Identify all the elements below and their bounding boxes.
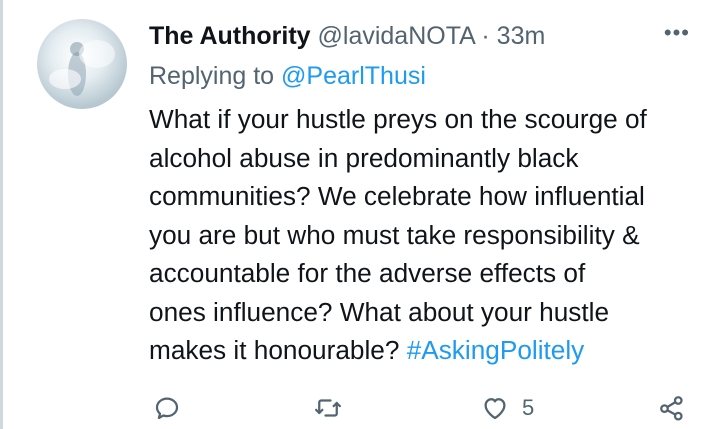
replying-prefix: Replying to [149,62,275,90]
retweet-icon [315,399,341,417]
tweet-header: The Authority @lavidaNOTA · 33m [149,21,545,51]
replying-to: Replying to @PearlThusi [149,61,426,91]
avatar-image [49,40,115,96]
share-icon [660,396,683,421]
share-button[interactable] [657,388,687,428]
timestamp[interactable]: 33m [497,22,546,50]
like-count: 5 [522,395,535,420]
tweet-text-line: you are but who must take responsibility… [149,219,640,250]
avatar[interactable] [37,19,127,109]
tweet-text-line: alcohol abuse in predominantly black [149,142,579,173]
tweet-text-line-last: makes it honourable? #AskingPolitely [149,331,709,370]
tweet-text-line: makes it honourable? [149,335,400,365]
tweet-text: What if your hustle preys on the scourge… [149,100,709,370]
display-name[interactable]: The Authority [149,22,311,50]
reply-icon [155,397,179,420]
thread-divider [0,0,3,429]
tweet-text-line: ones influence? What about your hustle [149,296,610,327]
reply-button[interactable] [152,388,182,428]
tweet-actions: 5 [0,388,720,428]
user-handle[interactable]: @lavidaNOTA [318,22,475,50]
tweet-text-line: accountable for the adverse effects of [149,258,586,288]
like-button[interactable]: 5 [480,388,534,428]
meta-separator: · [481,22,490,50]
tweet-text-line: What if your hustle preys on the scourge… [149,104,647,134]
more-options-icon[interactable]: ••• [664,22,690,44]
replying-mention-link[interactable]: @PearlThusi [281,62,426,90]
tweet-text-line: communities? We celebrate how influentia… [149,181,645,211]
retweet-button[interactable] [313,388,343,428]
hashtag-link[interactable]: #AskingPolitely [407,335,585,365]
heart-icon [484,398,506,420]
